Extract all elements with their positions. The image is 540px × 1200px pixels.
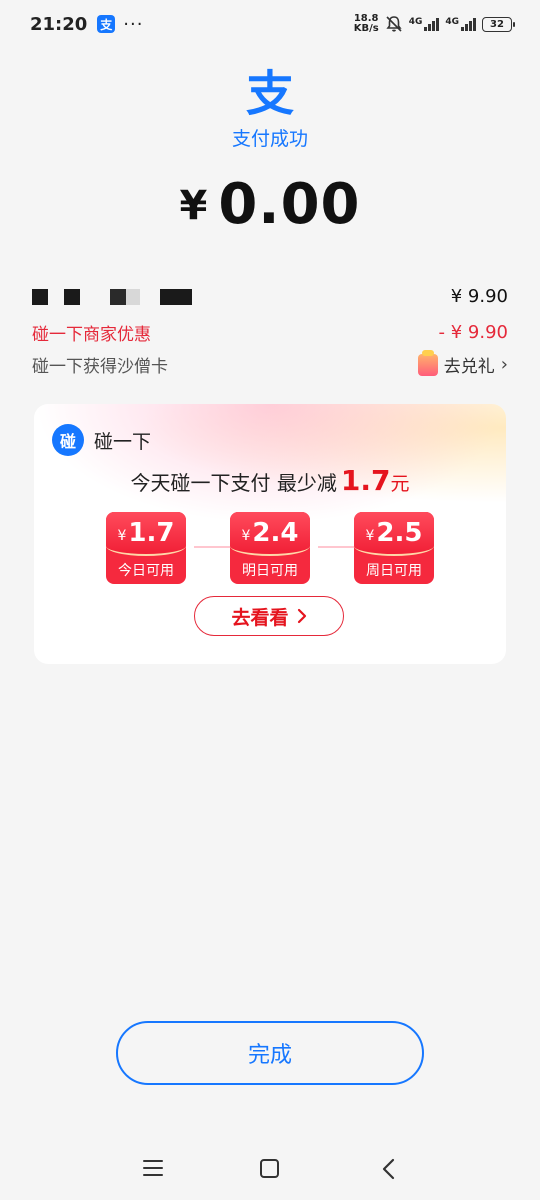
status-indicators: 18.8 KB/s 4G 4G 32 — [354, 14, 515, 34]
coupon-list: ¥ 1.7 今日可用 ¥ 2.4 明日可用 ¥ 2.5 周日可用 — [106, 512, 436, 584]
network-type-2: 4G — [445, 17, 459, 27]
payment-status: 支付成功 — [231, 128, 308, 150]
coupon-today[interactable]: ¥ 1.7 今日可用 — [106, 512, 186, 584]
more-notifications-icon: ··· — [123, 13, 144, 35]
status-time: 21:20 — [30, 13, 88, 35]
merchant-row: ¥ 9.90 — [32, 286, 508, 307]
view-offers-button[interactable]: 去看看 — [194, 596, 344, 636]
signal-icon: 4G — [409, 17, 440, 31]
coupon-sunday[interactable]: ¥ 2.5 周日可用 — [354, 512, 434, 584]
amount-value: 0.00 — [218, 172, 361, 237]
gift-label: 碰一下获得沙僧卡 — [32, 357, 168, 377]
battery-icon: 32 — [482, 16, 515, 32]
discount-value: - ¥ 9.90 — [438, 322, 508, 343]
view-offers-label: 去看看 — [231, 606, 289, 629]
chevron-right-icon — [297, 608, 306, 624]
coupon-currency: ¥ — [117, 528, 127, 544]
card-header: 碰 碰一下 — [52, 424, 151, 456]
gift-icon — [417, 349, 438, 376]
coupon-label: 今日可用 — [118, 563, 174, 579]
gift-row: 碰一下获得沙僧卡 去兑礼 › — [32, 349, 508, 377]
redeem-gift-link[interactable]: 去兑礼 › — [417, 349, 508, 377]
tap-brand-name: 碰一下 — [94, 430, 152, 453]
coupon-currency: ¥ — [365, 528, 375, 544]
status-bar: 21:20 支 ··· 18.8 KB/s 4G 4G 32 — [0, 0, 540, 48]
alipay-app-icon: 支 — [97, 15, 116, 33]
coupon-value: 1.7 — [128, 518, 175, 548]
tap-brand-icon: 碰 — [52, 424, 84, 456]
discount-label: 碰一下商家优惠 — [32, 325, 151, 345]
coupon-label: 周日可用 — [366, 563, 422, 579]
merchant-price: ¥ 9.90 — [450, 286, 508, 307]
bell-off-icon — [386, 16, 402, 32]
tap-promo-card: 碰 碰一下 今天碰一下支付 最少减 1.7元 ¥ 1.7 今日可用 ¥ 2.4 明… — [34, 404, 506, 664]
menu-icon[interactable] — [143, 1160, 163, 1176]
alipay-logo-icon: 支 — [245, 66, 294, 122]
discount-row: 碰一下商家优惠 - ¥ 9.90 — [32, 320, 508, 345]
coupon-value: 2.4 — [252, 518, 299, 548]
network-type-1: 4G — [408, 17, 423, 27]
promo-headline: 今天碰一下支付 最少减 1.7元 — [34, 464, 506, 497]
chevron-right-icon: › — [500, 354, 508, 375]
promo-text: 今天碰一下支付 最少减 — [130, 471, 337, 495]
payment-amount: ¥0.00 — [0, 172, 540, 237]
home-icon[interactable] — [260, 1159, 279, 1178]
done-button[interactable]: 完成 — [116, 1021, 424, 1085]
redeem-gift-label: 去兑礼 — [443, 357, 495, 377]
promo-value: 1.7 — [340, 464, 391, 497]
coupon-value: 2.5 — [376, 518, 423, 548]
system-nav-bar — [0, 1140, 540, 1200]
coupon-currency: ¥ — [241, 528, 251, 544]
signal-icon: 4G — [445, 17, 476, 31]
done-label: 完成 — [247, 1043, 292, 1068]
network-speed-unit: KB/s — [353, 23, 379, 34]
back-icon[interactable] — [380, 1158, 400, 1180]
promo-unit: 元 — [390, 473, 410, 495]
coupon-tomorrow[interactable]: ¥ 2.4 明日可用 — [230, 512, 310, 584]
network-speed: 18.8 KB/s — [354, 14, 379, 34]
currency-symbol: ¥ — [179, 183, 209, 229]
merchant-name-redacted — [32, 288, 192, 306]
coupon-label: 明日可用 — [242, 563, 298, 579]
